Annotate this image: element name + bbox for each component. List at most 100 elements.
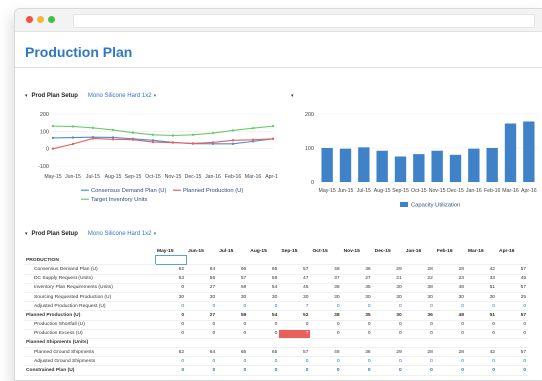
- table-cell[interactable]: 0: [279, 320, 311, 330]
- table-cell[interactable]: 66: [217, 347, 249, 358]
- table-cell[interactable]: 0: [310, 356, 342, 367]
- table-cell[interactable]: 28: [403, 264, 435, 275]
- table-cell[interactable]: 0: [279, 356, 311, 367]
- table-cell[interactable]: 0: [465, 365, 498, 376]
- table-cell[interactable]: 0: [341, 329, 373, 339]
- table-cell[interactable]: [434, 255, 466, 266]
- table-cell[interactable]: 48: [310, 347, 342, 358]
- table-cell[interactable]: 0: [434, 320, 466, 330]
- table-cell[interactable]: [248, 338, 280, 349]
- column-header[interactable]: Jan-16: [404, 247, 435, 256]
- table-cell[interactable]: 59: [217, 283, 249, 293]
- table-cell[interactable]: 23: [434, 274, 466, 284]
- table-cell[interactable]: 0: [465, 356, 498, 367]
- table-cell[interactable]: [341, 255, 373, 266]
- table-cell[interactable]: [186, 338, 218, 349]
- table-cell[interactable]: 48: [310, 264, 342, 275]
- table-cell[interactable]: 0: [434, 356, 466, 367]
- table-cell[interactable]: 29: [372, 264, 404, 275]
- table-cell[interactable]: [403, 255, 435, 266]
- table-cell[interactable]: 0: [217, 356, 249, 367]
- table-cell[interactable]: 51: [465, 310, 498, 321]
- table-cell[interactable]: 30: [403, 292, 435, 303]
- table-cell[interactable]: 0: [217, 320, 249, 330]
- table-cell[interactable]: 57: [279, 347, 311, 358]
- table-cell[interactable]: 0: [155, 320, 187, 330]
- table-cell[interactable]: 28: [434, 347, 466, 358]
- table-cell[interactable]: 54: [248, 310, 280, 321]
- table-cell[interactable]: 65: [248, 264, 280, 275]
- table-cell[interactable]: 51: [465, 283, 498, 293]
- table-cell[interactable]: 0: [186, 365, 218, 376]
- table-cell[interactable]: 0: [155, 365, 187, 376]
- table-cell[interactable]: [372, 255, 404, 266]
- table-cell[interactable]: 27: [341, 274, 373, 284]
- table-cell[interactable]: 7: [279, 301, 311, 312]
- table-cell[interactable]: [217, 255, 249, 266]
- table-cell[interactable]: 36: [403, 310, 435, 321]
- column-header[interactable]: Aug-15: [248, 247, 279, 256]
- table-cell[interactable]: 0: [248, 301, 280, 312]
- table-cell[interactable]: 0: [155, 356, 187, 367]
- table-cell[interactable]: [279, 255, 311, 266]
- table-cell[interactable]: [310, 255, 342, 266]
- table-cell[interactable]: 30: [434, 292, 466, 303]
- table-cell[interactable]: [341, 338, 373, 349]
- table-cell[interactable]: [279, 338, 311, 349]
- table-cell[interactable]: 57: [497, 264, 529, 275]
- table-cell[interactable]: 0: [217, 365, 249, 376]
- table-cell[interactable]: 62: [155, 347, 187, 358]
- table-cell[interactable]: 37: [310, 274, 342, 284]
- table-cell[interactable]: 59: [217, 310, 249, 321]
- table-cell[interactable]: 64: [186, 264, 218, 275]
- product-selector[interactable]: Mono Silicone Hard 1x2 ▾: [88, 93, 156, 99]
- table-cell[interactable]: 0: [279, 365, 311, 376]
- table-cell[interactable]: [403, 338, 435, 349]
- table-cell[interactable]: 47: [279, 274, 311, 284]
- table-cell[interactable]: [497, 255, 529, 266]
- table-cell[interactable]: 0: [434, 329, 466, 339]
- column-header[interactable]: Dec-15: [373, 247, 404, 256]
- table-cell[interactable]: 38: [310, 283, 342, 293]
- table-cell[interactable]: 0: [310, 301, 342, 312]
- column-header[interactable]: Oct-15: [310, 247, 341, 256]
- table-cell[interactable]: 0: [497, 301, 529, 312]
- table-cell[interactable]: 0: [403, 365, 435, 376]
- table-cell[interactable]: 45: [497, 274, 529, 284]
- table-cell[interactable]: 0: [248, 365, 280, 376]
- table-cell[interactable]: 0: [497, 365, 529, 376]
- column-header[interactable]: Apr-16: [497, 247, 528, 256]
- table-cell[interactable]: 27: [186, 310, 218, 321]
- table-cell[interactable]: 0: [186, 301, 218, 312]
- table-cell[interactable]: 30: [155, 292, 187, 303]
- table-cell[interactable]: [372, 338, 404, 349]
- table-cell[interactable]: 0: [248, 356, 280, 367]
- table-cell[interactable]: 28: [434, 264, 466, 275]
- table-cell[interactable]: 57: [497, 310, 529, 321]
- table-cell[interactable]: [154, 255, 187, 266]
- table-cell[interactable]: 30: [341, 292, 373, 303]
- table-cell[interactable]: 65: [248, 347, 280, 358]
- table-cell[interactable]: 21: [372, 274, 404, 284]
- table-cell[interactable]: 0: [372, 320, 404, 330]
- table-cell[interactable]: [155, 338, 187, 349]
- table-cell[interactable]: 42: [465, 264, 498, 275]
- table-cell[interactable]: 52: [279, 310, 311, 321]
- table-cell[interactable]: 0: [372, 329, 404, 339]
- table-cell[interactable]: 0: [372, 356, 404, 367]
- table-cell[interactable]: 0: [155, 283, 187, 293]
- table-cell[interactable]: 0: [217, 329, 249, 339]
- table-cell[interactable]: 0: [465, 301, 498, 312]
- table-cell[interactable]: 0: [341, 301, 373, 312]
- table-cell[interactable]: 0: [155, 329, 187, 339]
- product-selector[interactable]: Mono Silicone Hard 1x2 ▾: [88, 231, 156, 237]
- table-cell[interactable]: [465, 338, 498, 349]
- table-cell[interactable]: 0: [372, 301, 404, 312]
- table-cell[interactable]: 57: [497, 283, 529, 293]
- column-header[interactable]: Sep-15: [279, 247, 310, 256]
- table-cell[interactable]: [465, 255, 498, 266]
- table-cell[interactable]: 57: [279, 264, 311, 275]
- table-cell[interactable]: 30: [217, 292, 249, 303]
- table-cell[interactable]: 0: [186, 320, 218, 330]
- table-cell[interactable]: 38: [403, 283, 435, 293]
